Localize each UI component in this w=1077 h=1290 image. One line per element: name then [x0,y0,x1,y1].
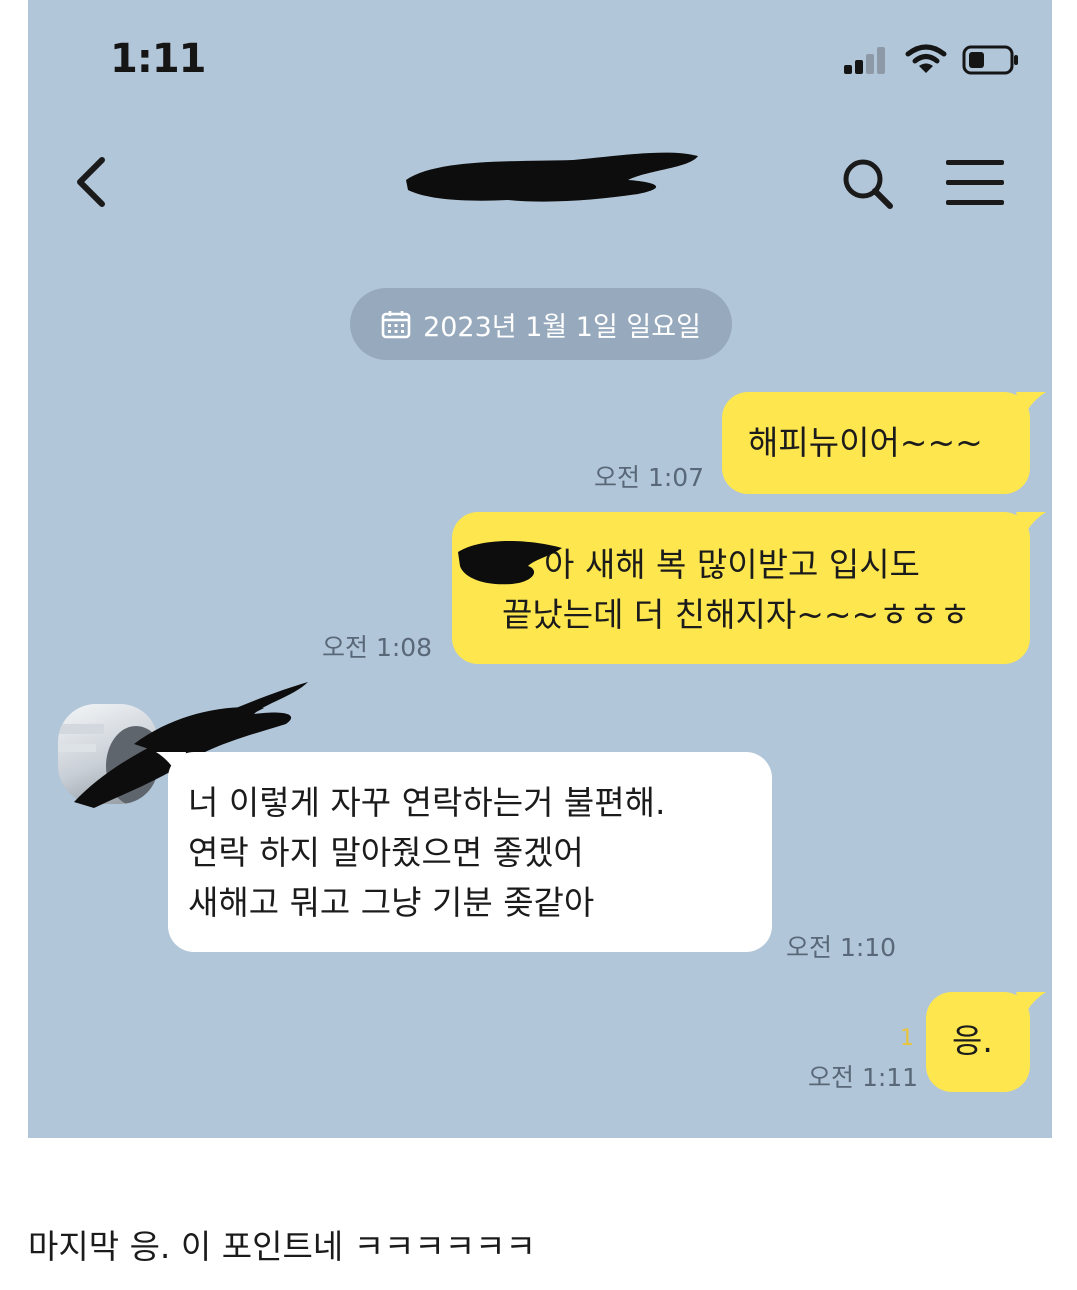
unread-count: 1 [900,1026,914,1051]
post-caption: 마지막 응. 이 포인트네 ㅋㅋㅋㅋㅋㅋ [28,1227,536,1266]
message-text: 새해고 뭐고 그냥 기분 좆같아 [188,883,595,922]
bubble-tail [1016,392,1046,420]
bubble-tail [1016,512,1046,540]
message-text: 아 새해 복 많이받고 입시도 [544,545,920,584]
message-text: 응. [952,1021,993,1060]
name-redaction [458,541,562,585]
status-time: 1:11 [110,36,206,82]
chevron-left-icon [77,157,105,207]
message-bubble-sent[interactable]: 해피뉴이어~~~ [722,392,1030,494]
calendar-icon [381,311,411,339]
bubble-tail [1016,992,1046,1020]
message-time: 오전 1:07 [594,463,705,492]
menu-button[interactable] [946,158,1008,206]
search-button[interactable] [840,156,896,212]
wifi-icon [905,44,947,73]
cellular-signal-icon [844,46,890,74]
message-time: 오전 1:10 [786,933,897,962]
search-icon [843,159,893,209]
message-bubble-sent[interactable]: 응. [926,992,1030,1092]
battery-icon [962,45,1018,75]
message-text: 끝났는데 더 친해지자~~~ㅎㅎㅎ [502,595,971,634]
message-bubble-received[interactable]: 너 이렇게 자꾸 연락하는거 불편해. 연락 하지 말아줬으면 좋겠어 새해고 … [168,752,772,952]
message-text: 연락 하지 말아줬으면 좋겠어 [188,833,584,872]
chat-screenshot: 1:11 2023년 1월 1일 일요일 해피뉴이어~~~ 오전 1:07 아 … [28,0,1052,1138]
back-button[interactable] [68,152,118,212]
bubble-tail [156,752,186,780]
chat-title-redacted [406,152,698,202]
message-text: 너 이렇게 자꾸 연락하는거 불편해. [188,783,666,822]
date-label: 2023년 1월 1일 일요일 [423,311,701,343]
message-time: 오전 1:08 [322,633,433,662]
message-time: 오전 1:11 [808,1063,919,1092]
date-divider: 2023년 1월 1일 일요일 [350,288,732,360]
message-text: 해피뉴이어~~~ [748,423,983,462]
